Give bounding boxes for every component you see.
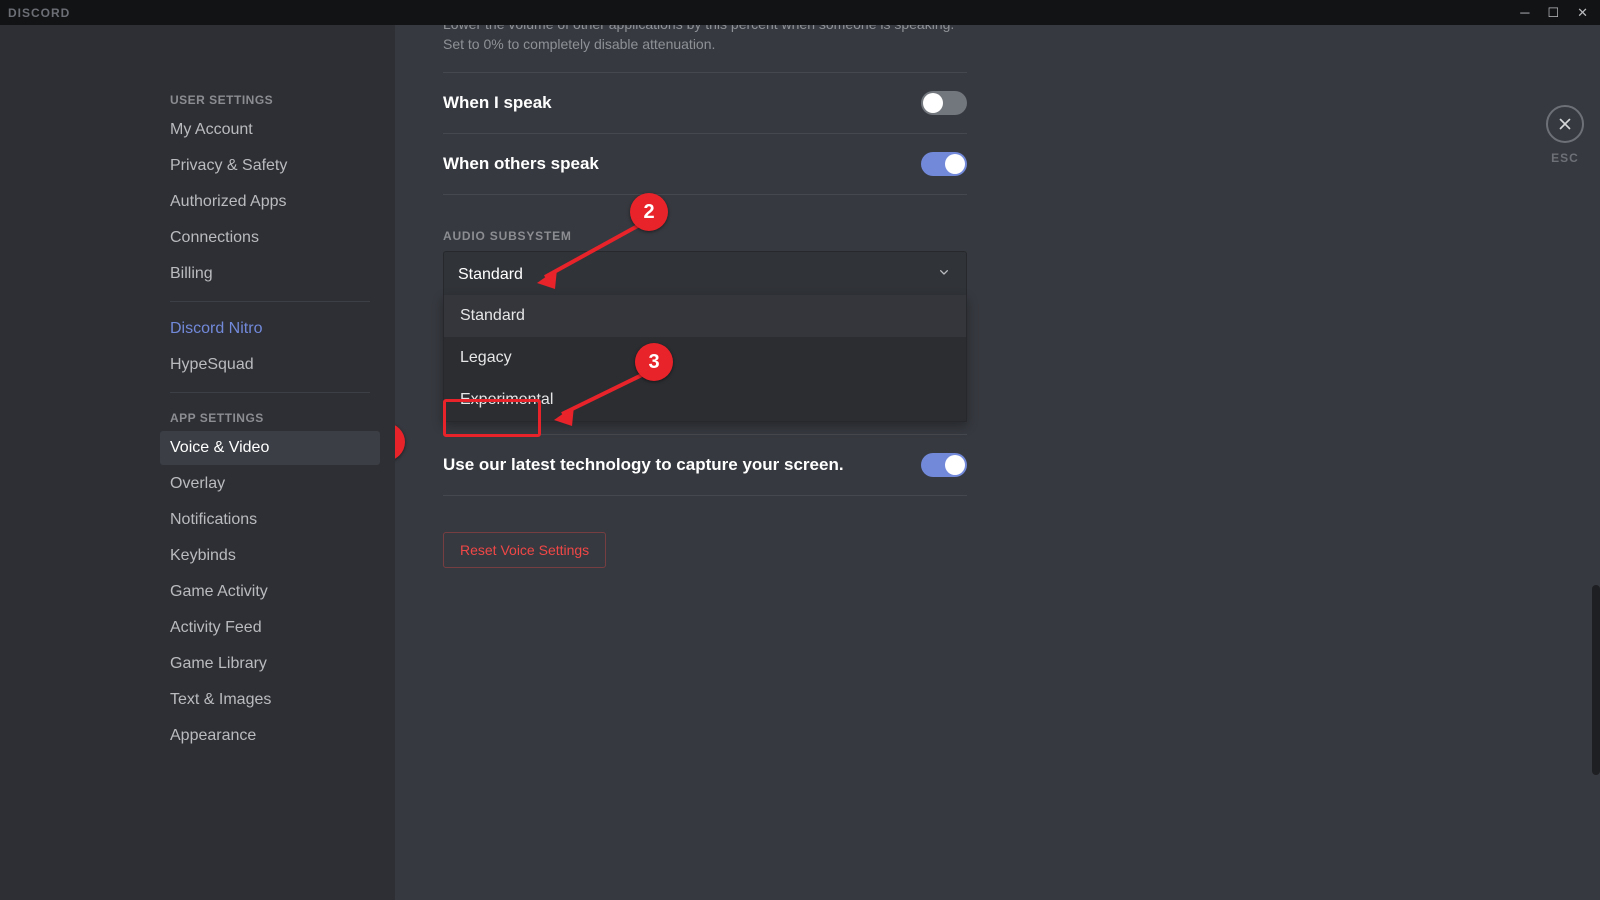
sidebar-item-billing[interactable]: Billing	[160, 257, 380, 291]
attenuation-description: Lower the volume of other applications b…	[443, 25, 967, 73]
row-latest-tech: Use our latest technology to capture you…	[443, 435, 967, 496]
sidebar-item-my-account[interactable]: My Account	[160, 113, 380, 147]
chevron-down-icon	[936, 264, 952, 285]
window-controls: ─ ☐ ✕	[1520, 6, 1592, 19]
sidebar-item-game-library[interactable]: Game Library	[160, 647, 380, 681]
brand-wordmark: DISCORD	[8, 6, 70, 20]
dropdown-selected-value: Standard	[458, 266, 523, 284]
sidebar-item-appearance[interactable]: Appearance	[160, 719, 380, 753]
close-settings-button[interactable]	[1546, 105, 1584, 143]
annotation-callout-2: 2	[630, 193, 668, 231]
sidebar-item-connections[interactable]: Connections	[160, 221, 380, 255]
reset-voice-settings-button[interactable]: Reset Voice Settings	[443, 532, 606, 568]
maximize-icon[interactable]: ☐	[1547, 6, 1559, 19]
audio-subsystem-dropdown[interactable]: Standard	[443, 251, 967, 298]
esc-label: ESC	[1551, 151, 1579, 165]
header-audio-subsystem: AUDIO SUBSYSTEM	[443, 195, 967, 251]
sidebar-item-hypesquad[interactable]: HypeSquad	[160, 348, 380, 382]
label-latest-tech: Use our latest technology to capture you…	[443, 455, 844, 475]
dropdown-option-standard[interactable]: Standard	[444, 295, 966, 337]
sidebar-divider	[170, 392, 370, 393]
settings-content: Lower the volume of other applications b…	[395, 25, 1600, 900]
sidebar-divider	[170, 301, 370, 302]
audio-subsystem-dropdown-wrap: Standard Standard Legacy Experimental	[443, 251, 967, 298]
row-when-others-speak: When others speak	[443, 134, 967, 195]
sidebar-item-keybinds[interactable]: Keybinds	[160, 539, 380, 573]
sidebar-item-text-images[interactable]: Text & Images	[160, 683, 380, 717]
dropdown-option-legacy[interactable]: Legacy	[444, 337, 966, 379]
sidebar-item-activity-feed[interactable]: Activity Feed	[160, 611, 380, 645]
annotation-callout-3: 3	[635, 343, 673, 381]
sidebar-item-nitro[interactable]: Discord Nitro	[160, 312, 380, 346]
sidebar-section-user: USER SETTINGS	[160, 85, 380, 113]
label-when-others-speak: When others speak	[443, 154, 599, 174]
close-column: ESC	[1530, 25, 1600, 900]
settings-sidebar: USER SETTINGS My Account Privacy & Safet…	[0, 25, 395, 900]
sidebar-item-authorized-apps[interactable]: Authorized Apps	[160, 185, 380, 219]
close-window-icon[interactable]: ✕	[1577, 6, 1588, 19]
sidebar-item-privacy[interactable]: Privacy & Safety	[160, 149, 380, 183]
minimize-icon[interactable]: ─	[1520, 6, 1529, 19]
sidebar-item-overlay[interactable]: Overlay	[160, 467, 380, 501]
sidebar-item-game-activity[interactable]: Game Activity	[160, 575, 380, 609]
close-icon	[1556, 115, 1574, 133]
sidebar-item-notifications[interactable]: Notifications	[160, 503, 380, 537]
annotation-highlight-legacy	[443, 399, 541, 437]
label-when-i-speak: When I speak	[443, 93, 552, 113]
annotation-arrow-2	[525, 215, 655, 295]
row-when-i-speak: When I speak	[443, 73, 967, 134]
sidebar-item-voice-video[interactable]: Voice & Video	[160, 431, 380, 465]
toggle-when-others-speak[interactable]	[921, 152, 967, 176]
toggle-latest-tech[interactable]	[921, 453, 967, 477]
toggle-when-i-speak[interactable]	[921, 91, 967, 115]
window-titlebar: DISCORD ─ ☐ ✕	[0, 0, 1600, 25]
sidebar-section-app: APP SETTINGS	[160, 403, 380, 431]
scrollbar-thumb[interactable]	[1592, 585, 1600, 775]
